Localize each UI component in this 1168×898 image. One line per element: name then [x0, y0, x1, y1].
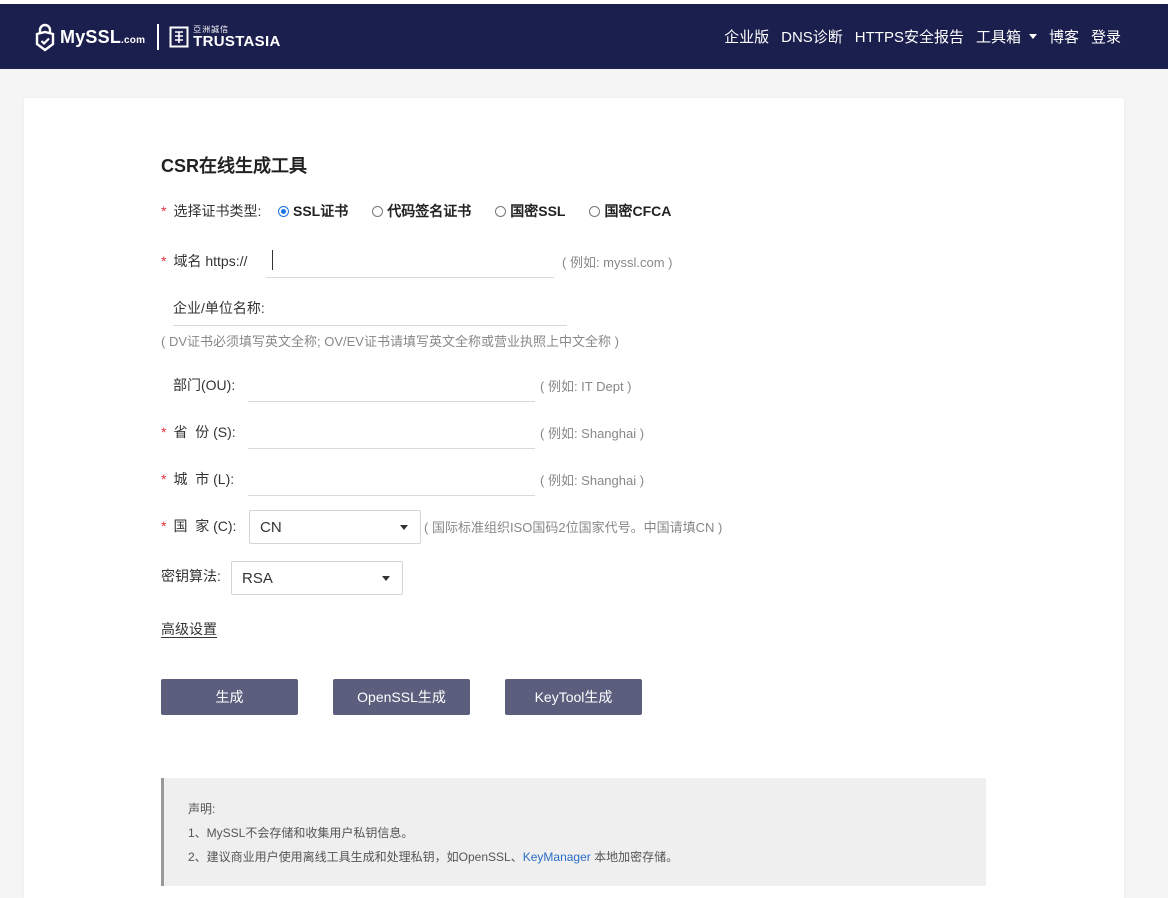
province-input[interactable] [248, 418, 535, 449]
ou-input[interactable] [248, 371, 535, 402]
site-logo[interactable]: MySSL.com 亞洲誠信 TRUSTASIA [33, 21, 281, 53]
org-hint: ( DV证书必须填写英文全称; OV/EV证书请填写英文全称或营业执照上中文全称… [161, 333, 619, 349]
algo-select-value: RSA [242, 569, 273, 587]
disclaimer-line-1: 1、MySSL不会存储和收集用户私钥信息。 [188, 826, 414, 840]
domain-label: * 域名 https:// [161, 250, 247, 272]
disclaimer-line-2-text: 2、建议商业用户使用离线工具生成和处理私钥，如OpenSSL、 [188, 850, 523, 864]
radio-sm-ssl-label: 国密SSL [510, 203, 566, 219]
logo-divider [157, 24, 160, 50]
partner-logo-text: 亞洲誠信 TRUSTASIA [193, 24, 281, 50]
radio-code-signing-label: 代码签名证书 [387, 203, 472, 219]
required-mark: * [161, 253, 167, 269]
radio-ssl[interactable]: SSL证书 [278, 201, 348, 221]
required-mark: * [161, 518, 167, 534]
domain-hint: ( 例如: myssl.com ) [562, 254, 673, 270]
domain-label-text: 域名 https:// [173, 253, 248, 269]
algo-select[interactable]: RSA [231, 561, 403, 595]
province-label-text: 省 份 (S): [173, 424, 236, 440]
city-label-text: 城 市 (L): [173, 471, 235, 487]
radio-ssl-label: SSL证书 [293, 203, 349, 219]
nav-toolbox[interactable]: 工具箱 [976, 26, 1037, 47]
disclaimer-box: 声明: 1、MySSL不会存储和收集用户私钥信息。 2、建议商业用户使用离线工具… [161, 778, 986, 886]
cert-type-label-text: 选择证书类型: [173, 203, 262, 219]
radio-unchecked-icon [589, 205, 601, 217]
lock-icon [35, 23, 55, 52]
radio-checked-icon [278, 205, 289, 217]
nav-dns[interactable]: DNS诊断 [781, 26, 843, 47]
nav-https-report[interactable]: HTTPS安全报告 [855, 26, 964, 47]
ou-hint: ( 例如: IT Dept ) [540, 378, 632, 394]
country-select[interactable]: CN [249, 510, 421, 544]
cert-type-label: * 选择证书类型: [161, 200, 261, 222]
disclaimer-line-2-suffix: 本地加密存储。 [590, 850, 679, 864]
province-hint: ( 例如: Shanghai ) [540, 425, 645, 441]
radio-sm-cfca[interactable]: 国密CFCA [589, 201, 671, 221]
advanced-settings-link[interactable]: 高级设置 [161, 619, 217, 639]
org-input[interactable] [173, 295, 567, 326]
required-mark: * [161, 471, 167, 487]
country-hint: ( 国际标准组织ISO国码2位国家代号。中国请填CN ) [424, 519, 723, 535]
radio-unchecked-icon [372, 205, 384, 217]
radio-unchecked-icon [495, 205, 507, 217]
required-mark: * [161, 203, 167, 219]
nav-toolbox-label: 工具箱 [975, 29, 1021, 46]
caret-down-icon [382, 576, 390, 581]
domain-input[interactable] [266, 247, 554, 278]
radio-code-signing[interactable]: 代码签名证书 [372, 201, 471, 221]
radio-sm-ssl[interactable]: 国密SSL [495, 201, 565, 221]
radio-sm-cfca-label: 国密CFCA [604, 203, 672, 219]
city-hint: ( 例如: Shanghai ) [540, 472, 645, 488]
caret-down-icon [400, 525, 408, 530]
nav-blog[interactable]: 博客 [1049, 26, 1079, 47]
algo-label: 密钥算法: [161, 568, 221, 584]
disclaimer-line-2: 2、建议商业用户使用离线工具生成和处理私钥，如OpenSSL、KeyManage… [188, 848, 678, 865]
keymanager-link[interactable]: KeyManager [523, 850, 591, 864]
province-label: * 省 份 (S): [161, 421, 236, 443]
city-input[interactable] [248, 465, 535, 496]
required-mark: * [161, 424, 167, 440]
openssl-generate-button[interactable]: OpenSSL生成 [333, 679, 470, 715]
country-label-text: 国 家 (C): [173, 518, 237, 534]
main-nav: 企业版 DNS诊断 HTTPS安全报告 工具箱 博客 登录 [712, 4, 1121, 69]
generate-button[interactable]: 生成 [161, 679, 298, 715]
chevron-down-icon [1028, 34, 1037, 39]
page-title: CSR在线生成工具 [161, 156, 308, 176]
disclaimer-heading: 声明: [188, 802, 216, 816]
cert-type-options: SSL证书 代码签名证书 国密SSL 国密CFCA [278, 200, 695, 222]
keytool-generate-button[interactable]: KeyTool生成 [505, 679, 642, 715]
city-label: * 城 市 (L): [161, 468, 234, 490]
nav-login[interactable]: 登录 [1091, 26, 1121, 47]
ou-label: 部门(OU): [173, 377, 236, 393]
text-cursor [272, 250, 273, 270]
site-header: MySSL.com 亞洲誠信 TRUSTASIA 企业版 DNS诊断 HTTPS… [0, 4, 1168, 69]
brand-name: MySSL.com [60, 26, 146, 47]
nav-enterprise[interactable]: 企业版 [724, 26, 769, 47]
trustasia-icon [169, 26, 189, 48]
country-select-value: CN [260, 518, 282, 536]
country-label: * 国 家 (C): [161, 515, 236, 537]
